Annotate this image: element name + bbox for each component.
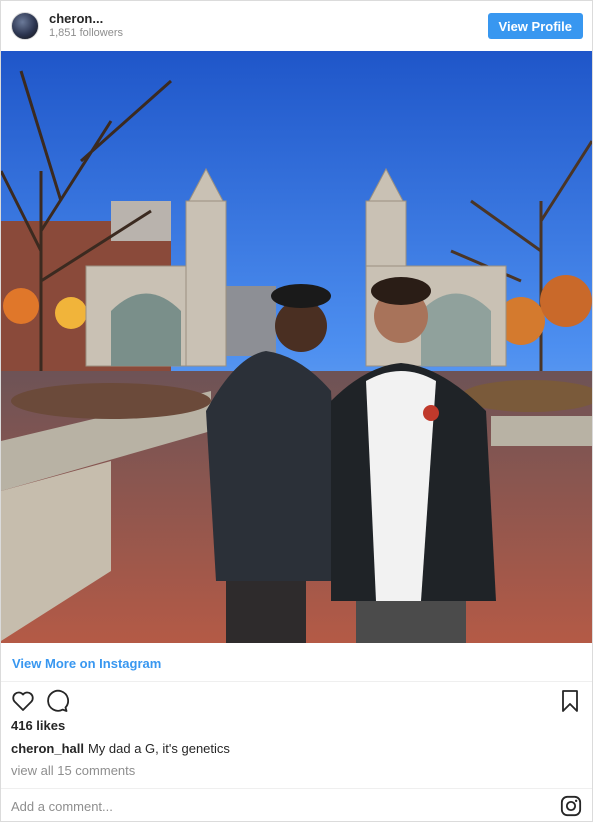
add-comment-bar: Add a comment... [1, 788, 592, 822]
account-info: cheron... 1,851 followers [49, 12, 488, 40]
caption: cheron_hall My dad a G, it's genetics [11, 741, 230, 756]
instagram-logo-icon[interactable] [560, 795, 582, 817]
comment-bubble-icon[interactable] [45, 689, 69, 713]
view-more-link[interactable]: View More on Instagram [12, 656, 161, 671]
add-comment-field[interactable]: Add a comment... [11, 799, 560, 814]
action-bar [1, 683, 592, 719]
caption-text: My dad a G, it's genetics [87, 741, 230, 756]
view-all-comments-link[interactable]: view all 15 comments [11, 763, 135, 778]
post-photo[interactable] [1, 51, 592, 643]
heart-icon[interactable] [11, 689, 35, 713]
like-count[interactable]: 416 likes [11, 718, 65, 733]
photo-illustration [1, 51, 592, 643]
post-header: cheron... 1,851 followers View Profile [1, 1, 592, 51]
view-profile-button[interactable]: View Profile [487, 13, 583, 39]
caption-username[interactable]: cheron_hall [11, 741, 84, 756]
view-more-bar: View More on Instagram [1, 643, 592, 682]
bookmark-icon[interactable] [558, 689, 582, 713]
follower-count: 1,851 followers [49, 27, 123, 39]
instagram-embed: cheron... 1,851 followers View Profile V… [0, 0, 593, 822]
avatar[interactable] [11, 12, 39, 40]
username[interactable]: cheron... [49, 12, 488, 26]
